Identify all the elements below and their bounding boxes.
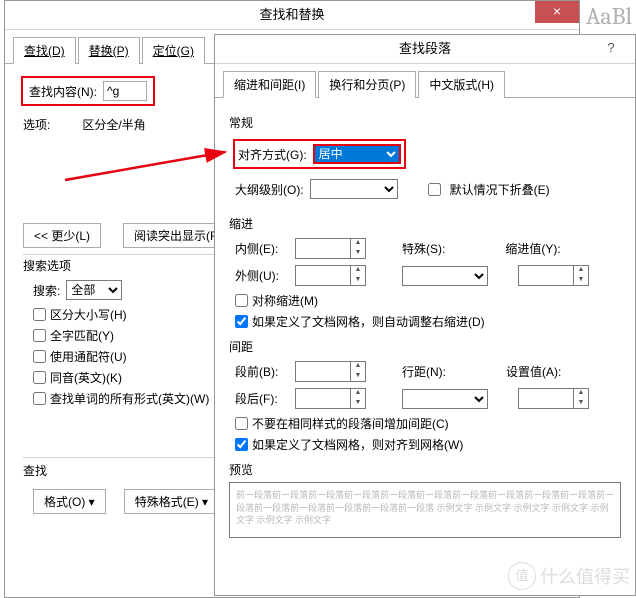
before-spinner[interactable]: ▲▼ [295, 361, 366, 382]
special-label: 特殊(S): [402, 240, 445, 257]
check-wordforms[interactable] [33, 392, 46, 405]
watermark: 值 什么值得买 [508, 562, 630, 590]
tab-chinese[interactable]: 中文版式(H) [418, 71, 505, 98]
format-button[interactable]: 格式(O) ▾ [33, 489, 106, 514]
inside-spinner[interactable]: ▲▼ [295, 238, 366, 259]
set-value-label: 设置值(A): [506, 363, 561, 380]
indent-title: 缩进 [229, 215, 621, 232]
after-spinner[interactable]: ▲▼ [295, 388, 366, 409]
inside-label: 内侧(E): [235, 240, 289, 257]
options-value: 区分全/半角 [82, 116, 145, 133]
outline-label: 大纲级别(O): [235, 181, 304, 198]
find-content-label: 查找内容(N): [29, 83, 97, 100]
align-select[interactable]: 居中 [313, 144, 401, 164]
paragraph-dialog: 查找段落 ? 缩进和间距(I) 换行和分页(P) 中文版式(H) 常规 对齐方式… [214, 34, 636, 596]
check-sym-indent[interactable] [235, 294, 248, 307]
outside-label: 外侧(U): [235, 267, 289, 284]
find-content-input[interactable] [103, 81, 147, 101]
preview-title: 预览 [229, 461, 621, 478]
outline-select[interactable] [310, 179, 398, 199]
search-direction-select[interactable]: 全部 [66, 280, 122, 300]
check-collapse[interactable] [428, 183, 441, 196]
indent-value-label: 缩进值(Y): [505, 240, 560, 257]
before-label: 段前(B): [235, 363, 289, 380]
check-grid-align[interactable] [235, 438, 248, 451]
tab-page-break[interactable]: 换行和分页(P) [318, 71, 416, 98]
check-case[interactable] [33, 308, 46, 321]
after-label: 段后(F): [235, 390, 289, 407]
para-title: 查找段落 [399, 41, 451, 56]
tab-replace[interactable]: 替换(P) [78, 37, 140, 64]
check-sounds[interactable] [33, 371, 46, 384]
align-label: 对齐方式(G): [238, 146, 307, 163]
tab-goto[interactable]: 定位(G) [142, 37, 205, 64]
general-title: 常规 [229, 114, 621, 131]
line-spacing-select[interactable] [402, 389, 488, 409]
less-button[interactable]: << 更少(L) [23, 223, 101, 248]
spacing-title: 间距 [229, 338, 621, 355]
check-wildcard[interactable] [33, 350, 46, 363]
line-spacing-label: 行距(N): [402, 363, 446, 380]
para-tabs: 缩进和间距(I) 换行和分页(P) 中文版式(H) [215, 70, 635, 98]
tab-indent-spacing[interactable]: 缩进和间距(I) [223, 71, 316, 98]
para-title-bar: 查找段落 ? [215, 35, 635, 64]
special-select[interactable] [402, 266, 488, 286]
background-ribbon-text: AaBl [586, 2, 632, 30]
dialog-title: 查找和替换 [259, 7, 324, 22]
check-no-space[interactable] [235, 417, 248, 430]
check-wholeword[interactable] [33, 329, 46, 342]
watermark-icon: 值 [508, 562, 536, 590]
special-format-button[interactable]: 特殊格式(E) ▾ [124, 489, 219, 514]
search-label: 搜索: [33, 282, 60, 299]
preview-box: 前一段落前一段落前一段落前一段落前一段落前一段落前一段落前一段落前一段落前一段落… [229, 482, 621, 538]
tab-find[interactable]: 查找(D) [13, 37, 76, 64]
help-button[interactable]: ? [599, 35, 623, 59]
set-value-spinner[interactable]: ▲▼ [518, 388, 589, 409]
check-grid-indent[interactable] [235, 315, 248, 328]
indent-value-spinner[interactable]: ▲▼ [518, 265, 589, 286]
options-label: 选项: [23, 116, 50, 133]
close-button[interactable]: × [535, 1, 579, 23]
outside-spinner[interactable]: ▲▼ [295, 265, 366, 286]
dialog-title-bar: 查找和替换 × [5, 1, 579, 30]
